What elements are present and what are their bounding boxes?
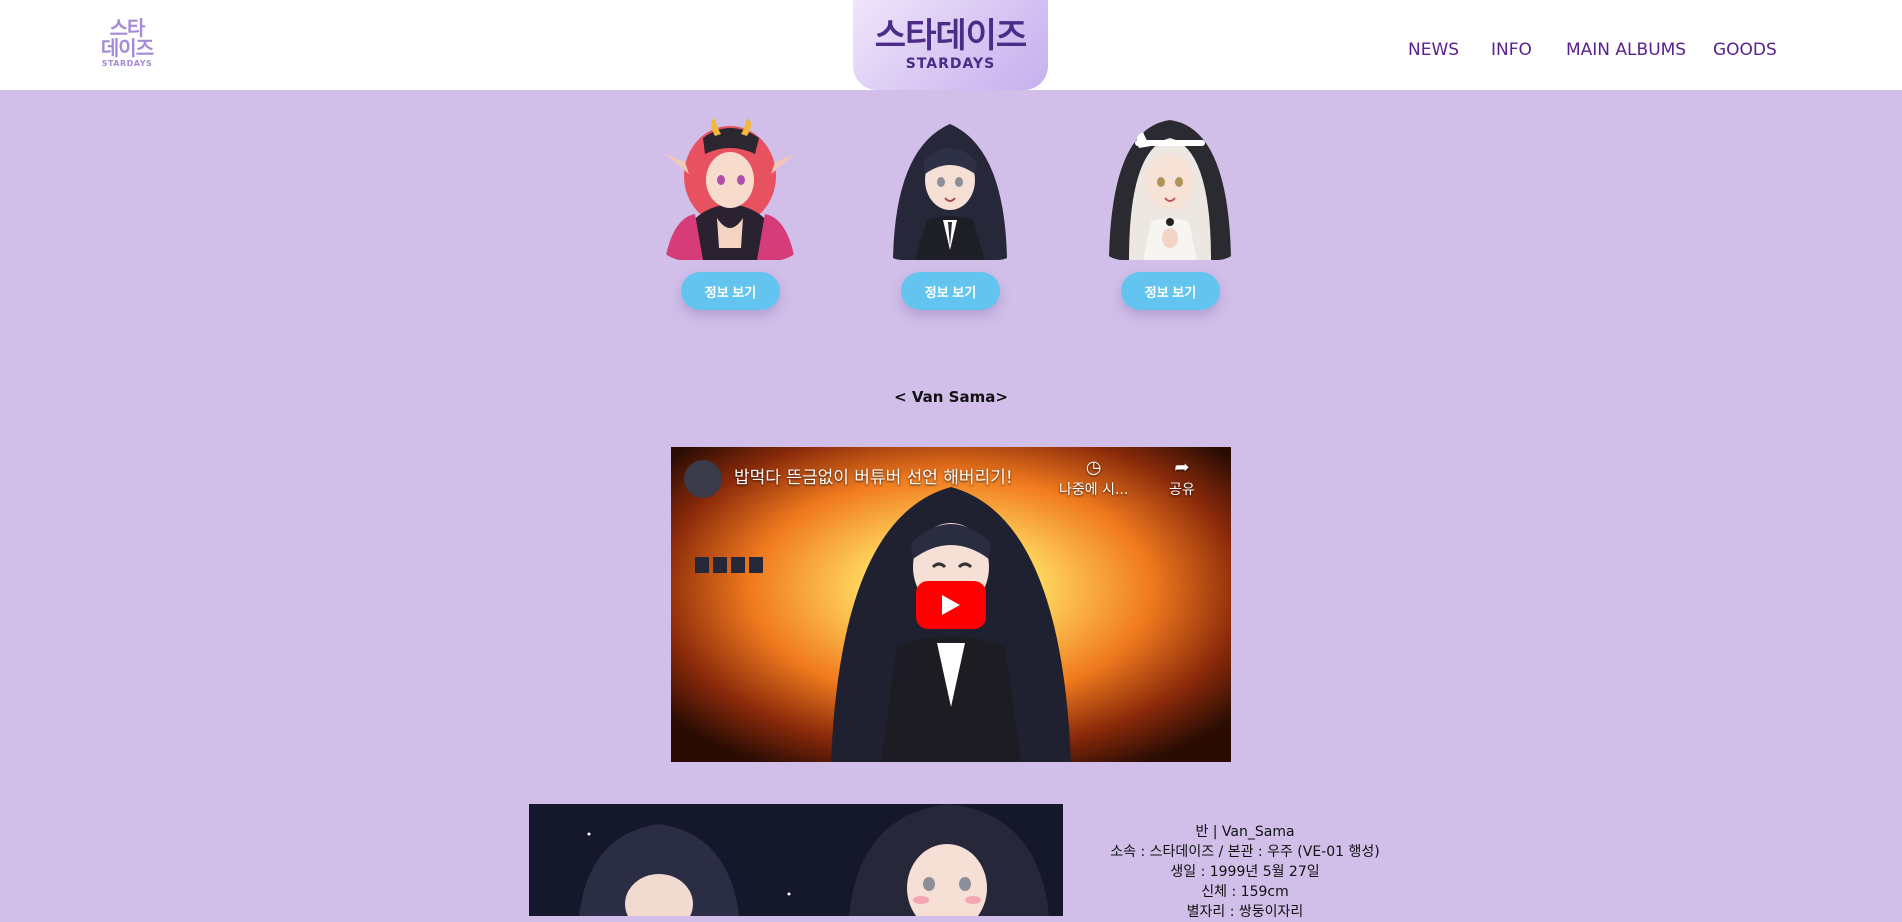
small-logo-english: STARDAYS: [101, 59, 153, 68]
nav-info[interactable]: INFO: [1491, 40, 1532, 64]
watch-later-button[interactable]: ◷ 나중에 시...: [1059, 457, 1128, 499]
share-button[interactable]: ➦ 공유: [1169, 457, 1195, 499]
play-icon: [942, 595, 960, 615]
member-info-button-3[interactable]: 정보 보기: [1121, 272, 1220, 310]
small-logo-korean: 스타 데이즈: [100, 16, 154, 60]
share-label: 공유: [1169, 482, 1195, 498]
nav-goods[interactable]: GOODS: [1713, 40, 1777, 64]
profile-line-name: 반 | Van_Sama: [1195, 824, 1295, 840]
clock-icon: ◷: [1085, 457, 1102, 478]
profile-line-birthday: 생일 : 1999년 5월 27일: [1170, 864, 1320, 880]
member-portrait-3[interactable]: [1095, 118, 1245, 260]
share-icon: ➦: [1174, 457, 1190, 478]
stardays-main-logo[interactable]: 스타데이즈 STARDAYS: [853, 0, 1048, 90]
play-button[interactable]: [916, 581, 986, 629]
video-title[interactable]: 밥먹다 뜬금없이 버튜버 선언 해버리기!: [734, 463, 1013, 488]
nav-news[interactable]: NEWS: [1408, 40, 1459, 64]
stardays-small-logo[interactable]: 스타 데이즈 STARDAYS: [96, 18, 158, 70]
youtube-video-embed[interactable]: 밥먹다 뜬금없이 버튜버 선언 해버리기! ◷ 나중에 시... ➦ 공유: [671, 447, 1231, 762]
profile-line-zodiac: 별자리 : 쌍둥이자리: [1186, 904, 1304, 920]
member-info-button-2[interactable]: 정보 보기: [901, 272, 1000, 310]
profile-line-affiliation: 소속 : 스타데이즈 / 본관 : 우주 (VE-01 행성): [1110, 844, 1380, 860]
watch-later-label: 나중에 시...: [1059, 482, 1129, 498]
member-profile-info: 반 | Van_Sama 소속 : 스타데이즈 / 본관 : 우주 (VE-01…: [1080, 822, 1410, 922]
member-portrait-1[interactable]: [655, 118, 805, 260]
nav-main-albums[interactable]: MAIN ALBUMS: [1566, 40, 1686, 64]
site-header: 스타 데이즈 STARDAYS 스타데이즈 STARDAYS NEWS INFO…: [0, 0, 1902, 90]
member-profile-image: [529, 804, 1063, 916]
member-section-title: < Van Sama>: [894, 388, 1008, 406]
main-logo-korean: 스타데이즈: [874, 15, 1027, 56]
profile-line-height: 신체 : 159cm: [1201, 884, 1289, 900]
main-logo-english: STARDAYS: [905, 55, 996, 72]
member-info-button-1[interactable]: 정보 보기: [681, 272, 780, 310]
member-portrait-2[interactable]: [875, 118, 1025, 260]
